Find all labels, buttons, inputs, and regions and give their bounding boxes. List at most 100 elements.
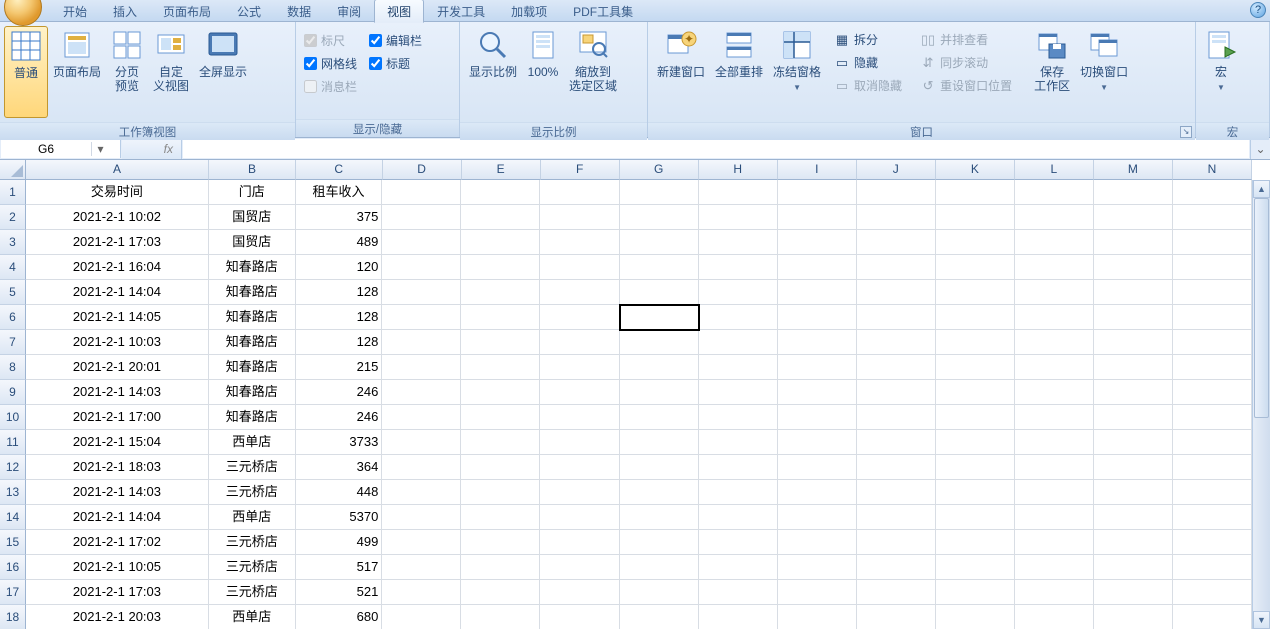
cell[interactable] xyxy=(382,280,461,305)
cell[interactable] xyxy=(461,505,540,530)
cell[interactable] xyxy=(461,355,540,380)
checkbox-c1-1[interactable]: 网格线 xyxy=(304,55,357,72)
tab-1[interactable]: 插入 xyxy=(100,0,150,22)
cell[interactable]: 2021-2-1 14:05 xyxy=(26,305,209,330)
cell[interactable] xyxy=(540,280,619,305)
cell[interactable] xyxy=(620,480,699,505)
cell[interactable] xyxy=(699,530,778,555)
cell[interactable] xyxy=(936,405,1015,430)
tab-4[interactable]: 数据 xyxy=(274,0,324,22)
cell[interactable] xyxy=(1094,205,1173,230)
cell[interactable] xyxy=(1173,605,1252,629)
cell[interactable] xyxy=(699,305,778,330)
scroll-thumb[interactable] xyxy=(1254,198,1269,418)
cell[interactable] xyxy=(778,230,857,255)
cell[interactable] xyxy=(1094,430,1173,455)
cell[interactable] xyxy=(778,180,857,205)
cell[interactable] xyxy=(1094,305,1173,330)
cell[interactable] xyxy=(540,430,619,455)
cell[interactable] xyxy=(936,205,1015,230)
view-page-layout-button[interactable]: 页面布局 xyxy=(48,26,106,118)
cell[interactable] xyxy=(1173,305,1252,330)
cell[interactable] xyxy=(936,380,1015,405)
cell[interactable] xyxy=(1015,555,1094,580)
tab-8[interactable]: 加载项 xyxy=(498,0,560,22)
cell[interactable] xyxy=(461,280,540,305)
row-header[interactable]: 15 xyxy=(0,530,26,555)
cell[interactable]: 西单店 xyxy=(209,605,296,629)
cell[interactable] xyxy=(1173,280,1252,305)
cell[interactable]: 2021-2-1 14:04 xyxy=(26,280,209,305)
column-header[interactable]: D xyxy=(383,160,462,180)
cell[interactable] xyxy=(1173,530,1252,555)
cell[interactable] xyxy=(382,605,461,629)
cell[interactable] xyxy=(699,355,778,380)
cell[interactable] xyxy=(1173,405,1252,430)
cell[interactable] xyxy=(1015,530,1094,555)
row-header[interactable]: 17 xyxy=(0,580,26,605)
cell[interactable] xyxy=(461,380,540,405)
checkbox-input[interactable] xyxy=(369,57,382,70)
row-header[interactable]: 3 xyxy=(0,230,26,255)
cell[interactable] xyxy=(778,280,857,305)
cell[interactable]: 知春路店 xyxy=(209,380,296,405)
cell[interactable] xyxy=(540,380,619,405)
cell[interactable] xyxy=(540,355,619,380)
cell[interactable] xyxy=(1015,330,1094,355)
cell[interactable]: 375 xyxy=(296,205,383,230)
cell[interactable] xyxy=(461,405,540,430)
cell[interactable] xyxy=(778,455,857,480)
cell[interactable] xyxy=(1015,205,1094,230)
cell[interactable] xyxy=(620,455,699,480)
checkbox-c2-0[interactable]: 编辑栏 xyxy=(369,32,422,49)
cell[interactable] xyxy=(936,280,1015,305)
cell[interactable] xyxy=(1094,455,1173,480)
cell[interactable] xyxy=(620,380,699,405)
cell[interactable] xyxy=(620,280,699,305)
cell[interactable] xyxy=(1173,230,1252,255)
cell[interactable] xyxy=(1094,605,1173,629)
cell[interactable] xyxy=(382,355,461,380)
cell[interactable]: 知春路店 xyxy=(209,280,296,305)
cell[interactable] xyxy=(1094,280,1173,305)
cell[interactable] xyxy=(857,255,936,280)
cell[interactable] xyxy=(461,330,540,355)
cell[interactable] xyxy=(857,180,936,205)
cell[interactable] xyxy=(778,330,857,355)
cell[interactable] xyxy=(382,555,461,580)
column-header[interactable]: N xyxy=(1173,160,1252,180)
cell[interactable] xyxy=(540,305,619,330)
cell[interactable] xyxy=(699,180,778,205)
cell[interactable] xyxy=(1094,530,1173,555)
column-header[interactable]: C xyxy=(296,160,383,180)
cell[interactable] xyxy=(382,205,461,230)
column-header[interactable]: K xyxy=(936,160,1015,180)
row-header[interactable]: 10 xyxy=(0,405,26,430)
cell[interactable] xyxy=(620,255,699,280)
name-box-input[interactable] xyxy=(1,142,91,156)
cell[interactable] xyxy=(1015,405,1094,430)
row-header[interactable]: 13 xyxy=(0,480,26,505)
cell[interactable] xyxy=(936,180,1015,205)
cell[interactable] xyxy=(540,530,619,555)
cell[interactable] xyxy=(1173,455,1252,480)
cell[interactable] xyxy=(540,255,619,280)
column-header[interactable]: I xyxy=(778,160,857,180)
cell[interactable]: 128 xyxy=(296,280,383,305)
cell[interactable] xyxy=(857,505,936,530)
cell[interactable] xyxy=(461,205,540,230)
scroll-up-button[interactable]: ▲ xyxy=(1253,180,1270,198)
cell[interactable] xyxy=(936,430,1015,455)
cell[interactable] xyxy=(620,355,699,380)
cell[interactable] xyxy=(540,330,619,355)
cell[interactable] xyxy=(936,305,1015,330)
cell[interactable]: 知春路店 xyxy=(209,305,296,330)
cell[interactable]: 448 xyxy=(296,480,383,505)
cell[interactable] xyxy=(699,205,778,230)
cell[interactable] xyxy=(540,230,619,255)
cell[interactable]: 知春路店 xyxy=(209,255,296,280)
cell[interactable]: 2021-2-1 18:03 xyxy=(26,455,209,480)
cell[interactable] xyxy=(857,305,936,330)
cell[interactable] xyxy=(699,480,778,505)
cell[interactable] xyxy=(778,430,857,455)
